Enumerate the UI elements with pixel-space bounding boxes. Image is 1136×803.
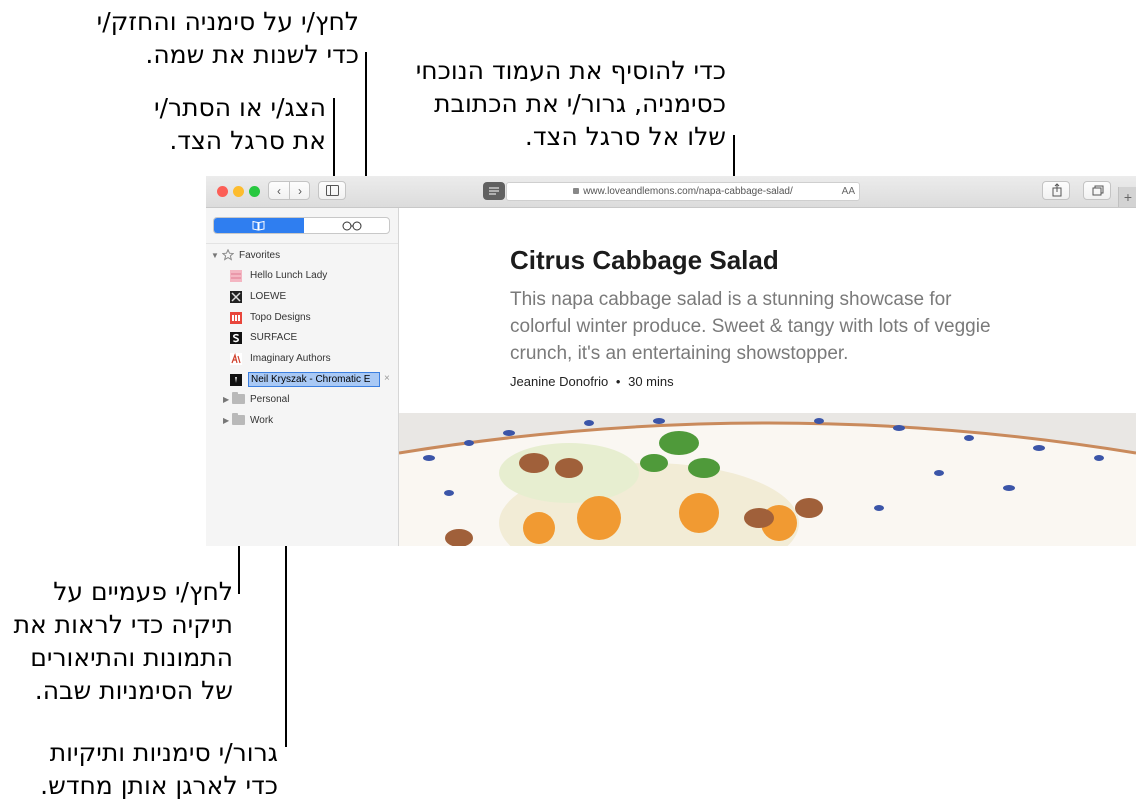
chevron-left-icon: ‹ — [277, 183, 281, 198]
text-size-button[interactable]: AA — [842, 186, 855, 197]
article-author: Jeanine Donofrio — [510, 374, 609, 389]
imaginary-authors-favicon — [230, 353, 242, 365]
sidebar-toggle-button[interactable] — [318, 181, 346, 200]
callout-line: לחץ/י פעמיים על — [53, 577, 233, 606]
folder-icon — [232, 392, 245, 404]
clear-icon[interactable]: × — [384, 373, 390, 384]
bookmark-item[interactable]: Topo Designs — [206, 308, 398, 328]
callout-line: לחץ/י על סימניה והחזק/י — [96, 7, 359, 36]
folder-label: Personal — [250, 394, 290, 405]
neil-kryszak-favicon — [230, 374, 242, 386]
bookmark-item[interactable]: Imaginary Authors — [206, 349, 398, 369]
article-subtitle: This napa cabbage salad is a stunning sh… — [510, 289, 991, 364]
favorites-folder[interactable]: ▼ Favorites — [206, 246, 398, 266]
navigation-buttons: ‹ › — [268, 181, 310, 200]
page-content: Citrus Cabbage Salad This napa cabbage s… — [399, 208, 1136, 546]
callout-line: כדי להוסיף את העמוד הנוכחי — [415, 56, 726, 85]
star-icon — [222, 249, 234, 261]
folder-icon — [232, 413, 245, 425]
callout-line: את סרגל הצד. — [169, 126, 326, 155]
disclosure-right-icon[interactable]: ▶ — [223, 416, 229, 425]
disclosure-down-icon[interactable]: ▼ — [211, 251, 219, 260]
share-icon — [1052, 183, 1062, 197]
folder-item-personal[interactable]: ▶ Personal — [206, 390, 398, 410]
disclosure-right-icon[interactable]: ▶ — [223, 395, 229, 404]
forward-button[interactable]: › — [290, 182, 310, 199]
callout-line: גרור/י סימניות ותיקיות — [49, 738, 278, 767]
back-button[interactable]: ‹ — [269, 182, 289, 199]
bookmark-item[interactable]: Hello Lunch Lady — [206, 266, 398, 286]
browser-window: ‹ › www.loveandlemons.com/napa-cabbage-s… — [206, 176, 1136, 546]
bookmark-item-renaming[interactable]: Neil Kryszak - Chromatic E × — [206, 370, 398, 390]
hello-lunch-lady-favicon — [230, 270, 242, 282]
sidebar-view-switcher — [213, 217, 390, 234]
tabs-icon — [1092, 185, 1104, 196]
share-button[interactable] — [1042, 181, 1070, 200]
article-duration: 30 mins — [628, 374, 674, 389]
glasses-icon — [342, 221, 362, 231]
bookmark-label: Topo Designs — [250, 312, 311, 323]
toolbar: ‹ › www.loveandlemons.com/napa-cabbage-s… — [206, 176, 1136, 208]
loewe-favicon — [230, 291, 242, 303]
surface-favicon — [230, 332, 242, 344]
callout-line: התמונות והתיאורים — [30, 643, 233, 672]
callout-line: שלו אל סרגל הצד. — [524, 122, 726, 151]
url-text: www.loveandlemons.com/napa-cabbage-salad… — [583, 186, 793, 197]
bookmark-label: Hello Lunch Lady — [250, 270, 328, 281]
favorites-label: Favorites — [239, 250, 281, 261]
close-window-button[interactable] — [217, 186, 228, 197]
bookmark-rename-field[interactable]: Neil Kryszak - Chromatic E — [248, 372, 380, 387]
minimize-window-button[interactable] — [233, 186, 244, 197]
callout-line: כדי לשנות את שמה. — [145, 40, 359, 69]
callout-line: כדי לארגן אותן מחדש. — [40, 771, 278, 800]
leader-toggle-sidebar — [333, 98, 335, 183]
bookmarks-tab[interactable] — [214, 218, 304, 233]
book-icon — [252, 220, 265, 231]
topo-designs-favicon — [230, 312, 242, 324]
lock-icon — [573, 188, 580, 194]
article-title: Citrus Cabbage Salad — [510, 245, 779, 275]
reader-icon — [489, 187, 499, 195]
show-tabs-button[interactable] — [1083, 181, 1111, 200]
callout-rename: לחץ/י על סימניה והחזק/י כדי לשנות את שמה… — [97, 5, 359, 71]
reader-view-button[interactable] — [483, 182, 505, 200]
new-tab-button[interactable]: + — [1118, 187, 1136, 207]
sidebar-icon — [326, 185, 339, 196]
bookmark-item[interactable]: LOEWE — [206, 287, 398, 307]
callout-double-click-folder: לחץ/י פעמיים על תיקיה כדי לראות את התמונ… — [14, 575, 233, 707]
callout-line: הצג/י או הסתר/י — [153, 93, 326, 122]
bookmark-item[interactable]: SURFACE — [206, 328, 398, 348]
bookmark-label: Imaginary Authors — [250, 353, 331, 364]
bookmark-label: SURFACE — [250, 332, 298, 343]
callout-add-bookmark: כדי להוסיף את העמוד הנוכחי כסימניה, גרור… — [416, 54, 726, 153]
bookmark-label: LOEWE — [250, 291, 287, 302]
callout-line: כסימניה, גרור/י את הכתובת — [434, 89, 726, 118]
callout-line: תיקיה כדי לראות את — [13, 610, 233, 639]
article-meta: Jeanine Donofrio • 30 mins — [510, 374, 674, 389]
address-bar[interactable]: www.loveandlemons.com/napa-cabbage-salad… — [506, 182, 860, 201]
callout-line: של הסימניות שבה. — [34, 676, 233, 705]
meta-separator: • — [615, 374, 621, 389]
folder-label: Work — [250, 415, 274, 426]
zoom-window-button[interactable] — [249, 186, 260, 197]
salad-photo — [399, 413, 1136, 546]
callout-drag-reorder: גרור/י סימניות ותיקיות כדי לארגן אותן מח… — [40, 736, 278, 802]
chevron-right-icon: › — [298, 183, 302, 198]
folder-item-work[interactable]: ▶ Work — [206, 411, 398, 431]
callout-toggle-sidebar: הצג/י או הסתר/י את סרגל הצד. — [154, 91, 326, 157]
sidebar: ▼ Favorites Hello Lunch Lady LOEWE Topo … — [206, 208, 399, 546]
